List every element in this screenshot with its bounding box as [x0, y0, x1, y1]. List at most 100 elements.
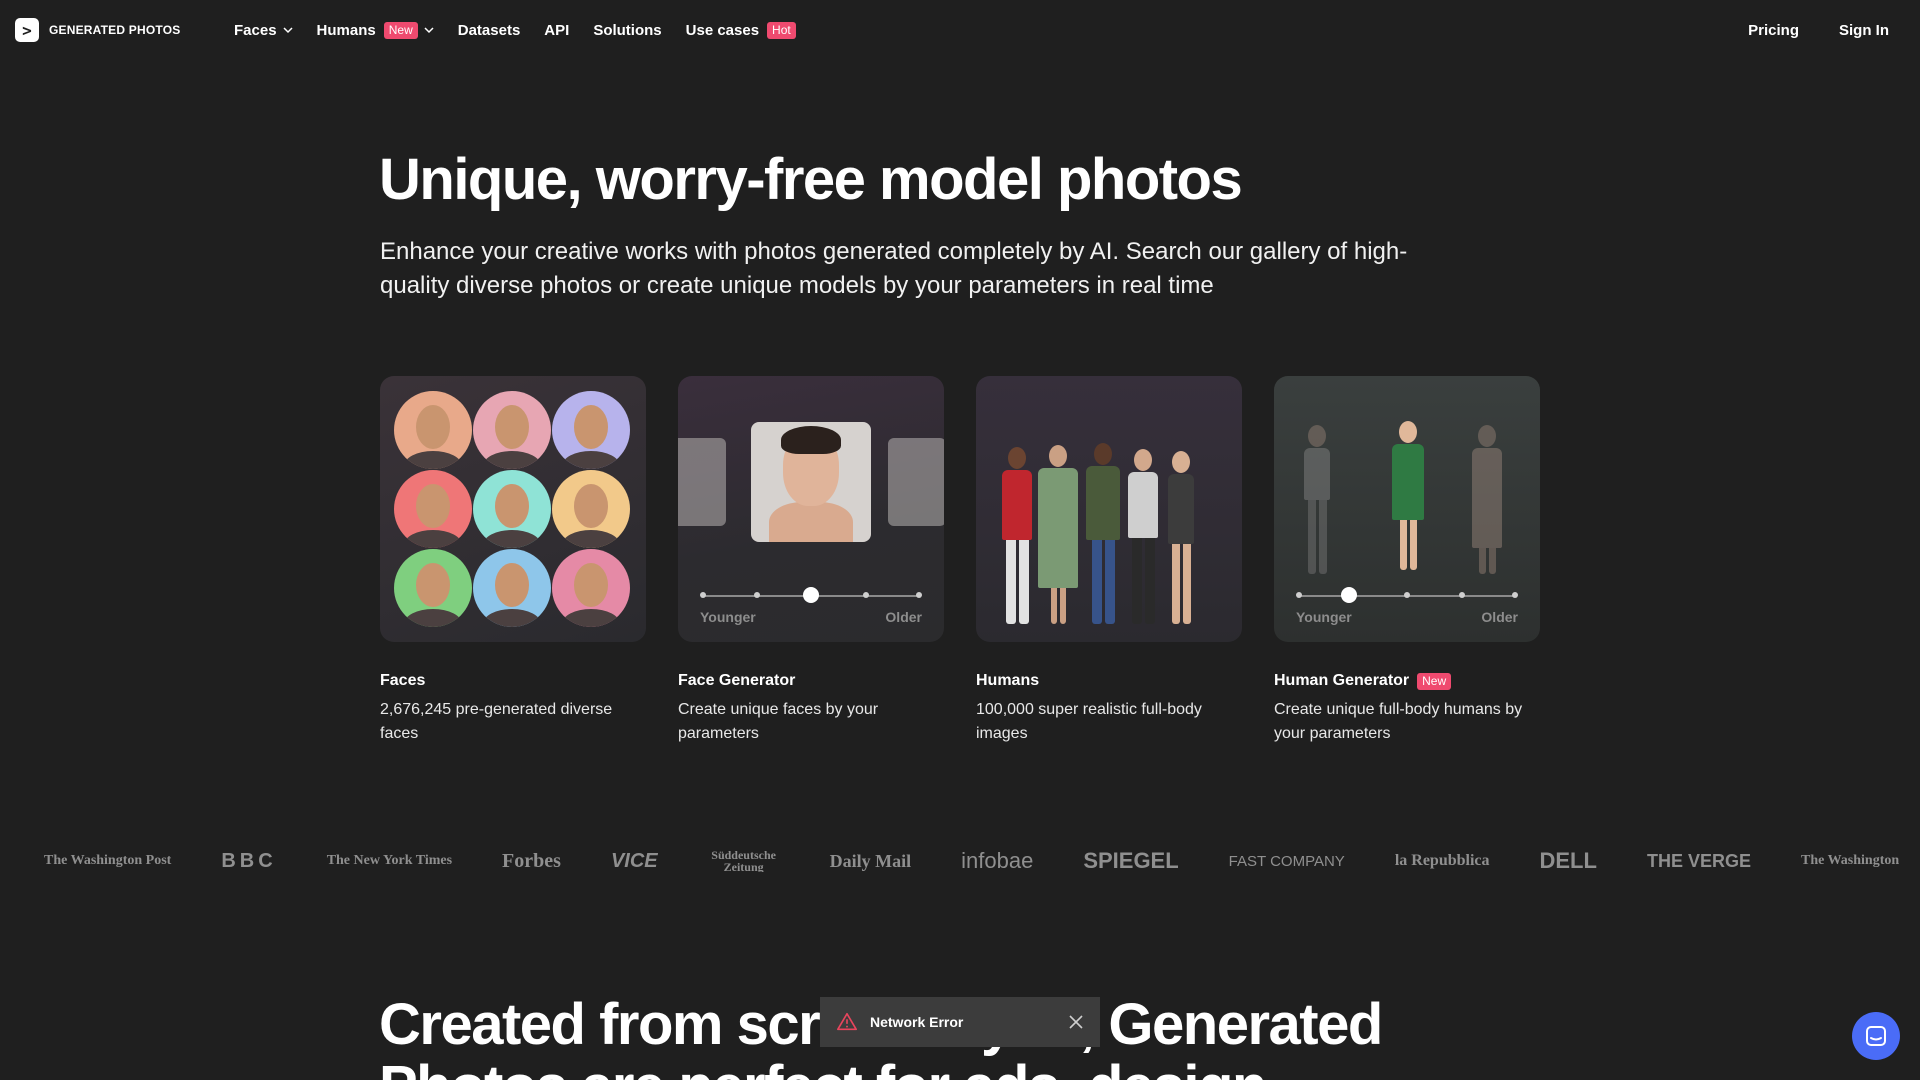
new-badge: New: [1417, 672, 1452, 690]
person-legs: [1086, 540, 1120, 624]
side-face-right: [888, 438, 944, 526]
leg: [1488, 548, 1496, 574]
sign-in-link[interactable]: Sign In: [1839, 22, 1889, 39]
press-logo-fast-company: FAST COMPANY: [1228, 852, 1345, 870]
card-description: 100,000 super realistic full-body images: [976, 701, 1202, 742]
nav-use-cases[interactable]: Use cases Hot: [686, 21, 796, 39]
slider-tick: [1459, 592, 1465, 598]
leg: [1307, 500, 1316, 574]
leg: [1005, 540, 1016, 624]
nav-api[interactable]: API: [544, 22, 569, 39]
leg: [1399, 520, 1407, 570]
slider-min-label: Younger: [1296, 609, 1352, 625]
person-head: [1172, 451, 1190, 473]
person-torso: [1002, 470, 1032, 540]
card-description: Create unique full-body humans by your p…: [1274, 701, 1523, 742]
face-neck: [769, 502, 853, 542]
chevron-down-icon: [283, 27, 293, 34]
card-title: Face Generator: [678, 672, 796, 689]
leg: [1050, 588, 1057, 624]
hot-badge: Hot: [767, 21, 796, 39]
main-menu: Faces Humans New Datasets API Solutions …: [234, 0, 796, 60]
slider-tick: [863, 592, 869, 598]
nav-datasets[interactable]: Datasets: [458, 22, 521, 39]
person-head: [1399, 421, 1417, 443]
face-grid: [394, 391, 630, 627]
leg: [1059, 588, 1066, 624]
person-dress: [1472, 448, 1502, 548]
press-logo-nyt: The New York Times: [326, 853, 453, 868]
chevron-down-icon: [424, 27, 434, 34]
nav-faces-label: Faces: [234, 21, 277, 39]
hero-subtitle: Enhance your creative works with photos …: [380, 238, 1408, 299]
card-face-generator[interactable]: Younger Older Face Generator Create uniq…: [678, 376, 944, 746]
person-torso: [1168, 474, 1194, 544]
toast-message: Network Error: [870, 1014, 964, 1030]
person-head: [1308, 425, 1326, 447]
slider-knob[interactable]: [1341, 587, 1357, 603]
close-icon[interactable]: [1068, 1014, 1084, 1030]
card-human-generator[interactable]: Younger Older Human Generator New Create…: [1274, 376, 1540, 746]
chat-icon: [1866, 1026, 1886, 1046]
face-thumb: [473, 391, 551, 469]
person-head: [1049, 445, 1067, 467]
face-thumb: [394, 470, 472, 548]
slider-tick: [700, 592, 706, 598]
nav-datasets-label: Datasets: [457, 21, 521, 39]
person-dress: [1392, 444, 1424, 520]
nav-api-label: API: [544, 21, 570, 39]
slider-tick: [1296, 592, 1302, 598]
leg: [1104, 540, 1115, 624]
slider-max-label: Older: [1481, 609, 1518, 625]
human-figure: [1038, 445, 1078, 624]
person-legs: [1038, 588, 1078, 624]
age-slider[interactable]: [700, 587, 922, 603]
face-thumb: [394, 549, 472, 627]
card-title: Human Generator New: [1274, 672, 1540, 690]
press-logo-spiegel: SPIEGEL: [1083, 850, 1179, 872]
human-figure: [1002, 447, 1032, 624]
logo-icon: >: [15, 18, 39, 42]
face-thumb: [552, 391, 630, 469]
face-thumb: [552, 549, 630, 627]
press-logo-forbes: Forbes: [502, 850, 561, 872]
generated-face: [751, 422, 871, 542]
age-slider[interactable]: [1296, 587, 1518, 603]
card-faces[interactable]: Faces 2,676,245 pre-generated diverse fa…: [380, 376, 646, 746]
nav-solutions[interactable]: Solutions: [593, 22, 661, 39]
slider-min-label: Younger: [700, 609, 756, 625]
slider-tick: [916, 592, 922, 598]
face-generator-image: Younger Older: [678, 376, 944, 642]
chat-launcher-button[interactable]: [1852, 1012, 1900, 1060]
card-title: Faces: [380, 672, 426, 689]
person-head: [1008, 447, 1026, 469]
card-description: 2,676,245 pre-generated diverse faces: [380, 701, 613, 742]
press-logo-sueddeutsche: Süddeutsche Zeitung: [711, 850, 776, 872]
hero-title: Unique, worry-free model photos: [379, 147, 1243, 212]
slider-tick: [1404, 592, 1410, 598]
slider-knob[interactable]: [803, 587, 819, 603]
nav-humans[interactable]: Humans New: [316, 21, 434, 39]
slider-tick: [1512, 592, 1518, 598]
humans-image: [976, 376, 1242, 642]
nav-right: Pricing Sign In: [1748, 0, 1889, 60]
leg: [1409, 520, 1417, 570]
person-legs: [1168, 544, 1194, 624]
pricing-link[interactable]: Pricing: [1748, 22, 1799, 39]
nav-humans-label: Humans: [316, 21, 376, 39]
brand-name: GENERATED PHOTOS: [49, 23, 181, 37]
warning-icon: [837, 1012, 857, 1031]
person-head: [1094, 443, 1112, 465]
leg: [1091, 540, 1102, 624]
person-legs: [1002, 540, 1032, 624]
side-face-left: [678, 438, 726, 526]
nav-faces[interactable]: Faces: [234, 22, 293, 39]
person-torso: [1304, 448, 1330, 500]
brand-logo[interactable]: > GENERATED PHOTOS: [15, 18, 180, 42]
leg: [1144, 538, 1155, 624]
human-figure: [1086, 443, 1120, 624]
person-head: [1134, 449, 1152, 471]
face-hair: [781, 426, 841, 454]
top-nav: > GENERATED PHOTOS Faces Humans New Data…: [0, 0, 1920, 60]
card-humans[interactable]: Humans 100,000 super realistic full-body…: [976, 376, 1242, 746]
